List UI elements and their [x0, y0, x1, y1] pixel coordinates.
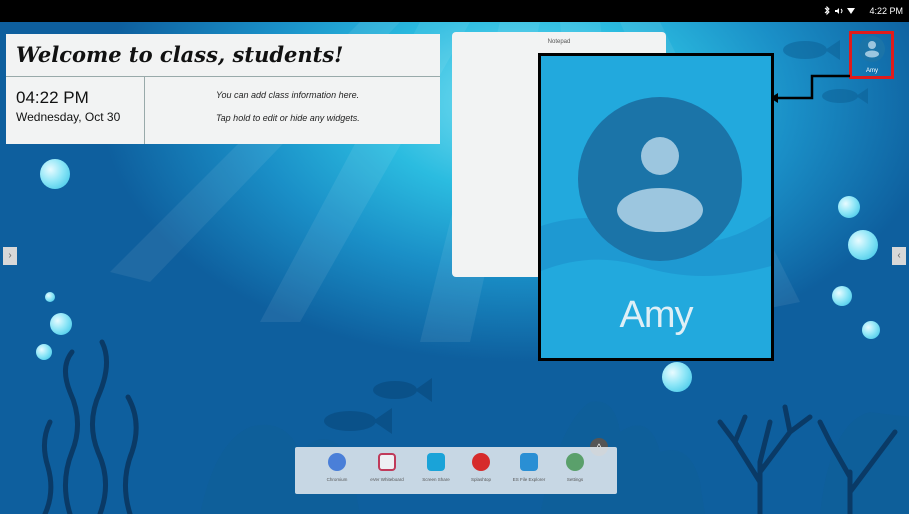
- zoomed-avatar-icon: [578, 97, 742, 261]
- clock-time: 04:22 PM: [16, 88, 89, 107]
- status-time: 4:22 PM: [869, 6, 903, 16]
- dock-item-splashtop[interactable]: Splashtop: [457, 453, 505, 493]
- bubble: [662, 362, 692, 392]
- file-explorer-icon: [520, 453, 538, 471]
- clock-date: Wednesday, Oct 30: [16, 110, 121, 124]
- bubble: [50, 313, 72, 335]
- dock-item-label: Screen Share: [422, 477, 450, 482]
- status-icons: [823, 5, 857, 18]
- dock-item-label: Settings: [566, 477, 584, 482]
- splashtop-icon: [472, 453, 490, 471]
- highlight-box: [849, 31, 894, 79]
- settings-icon: [566, 453, 584, 471]
- dock-item-label: Splashtop: [470, 477, 491, 482]
- bubble: [40, 159, 70, 189]
- dock-item-label: eVer Whiteboard: [370, 477, 404, 482]
- bubble: [848, 230, 878, 260]
- dock-item-label: ES File Explorer: [512, 477, 546, 482]
- class-info-line-2: Tap hold to edit or hide any widgets.: [216, 113, 360, 123]
- person-icon: [617, 137, 703, 232]
- bubble: [832, 286, 852, 306]
- dock-item-ever-whiteboard[interactable]: eVer Whiteboard: [363, 453, 411, 493]
- dock-item-screen-share[interactable]: Screen Share: [412, 453, 460, 493]
- dock-item-settings[interactable]: Settings: [551, 453, 599, 493]
- class-info-line-1: You can add class information here.: [216, 90, 360, 100]
- dock-item-chromium[interactable]: Chromium: [313, 453, 361, 493]
- welcome-title: Welcome to class, students!: [16, 42, 344, 67]
- right-edge-handle[interactable]: ‹: [892, 247, 906, 265]
- zoomed-user-panel: Amy: [541, 56, 771, 358]
- welcome-widget[interactable]: Welcome to class, students! 04:22 PM Wed…: [6, 34, 440, 144]
- bubble: [838, 196, 860, 218]
- screen-share-icon: [427, 453, 445, 471]
- dock-item-label: Chromium: [326, 477, 348, 482]
- status-bar: 4:22 PM: [0, 0, 909, 22]
- zoomed-user-callout: Amy: [538, 53, 774, 361]
- app-dock: Chromium eVer Whiteboard Screen Share Sp…: [295, 447, 617, 494]
- bubble: [862, 321, 880, 339]
- chromium-icon: [328, 453, 346, 471]
- dock-item-es-file-explorer[interactable]: ES File Explorer: [505, 453, 553, 493]
- chevron-left-icon: ‹: [897, 250, 901, 261]
- bubble: [36, 344, 52, 360]
- whiteboard-icon: [378, 453, 396, 471]
- chevron-right-icon: ›: [8, 250, 12, 261]
- divider: [6, 76, 440, 77]
- zoomed-user-name: Amy: [619, 294, 694, 336]
- left-edge-handle[interactable]: ›: [3, 247, 17, 265]
- callout-arrow: [770, 74, 850, 103]
- bluetooth-volume-wifi-icons: [824, 5, 855, 16]
- bubble: [45, 292, 55, 302]
- notepad-title: Notepad: [547, 39, 571, 45]
- divider: [144, 77, 145, 144]
